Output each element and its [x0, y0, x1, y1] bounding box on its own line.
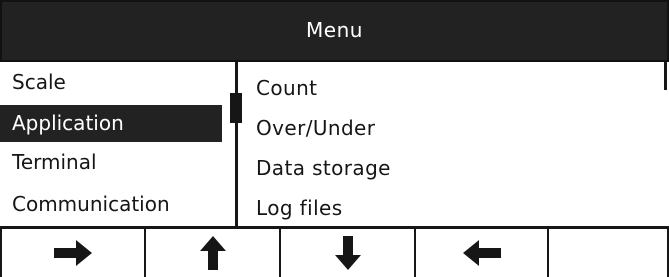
left-menu-item-label: Application [12, 111, 124, 135]
terminal-screen: Menu Scale Application Terminal Communic… [0, 0, 669, 277]
arrow-left-icon [461, 239, 503, 267]
softkey-right[interactable] [0, 229, 146, 277]
left-menu-item-terminal[interactable]: Terminal [0, 144, 97, 181]
left-menu-item-communication[interactable]: Communication [0, 186, 170, 223]
right-menu-item-label: Over/Under [256, 116, 376, 140]
softkey-down[interactable] [281, 229, 416, 277]
softkey-up[interactable] [146, 229, 281, 277]
arrow-right-icon [52, 239, 94, 267]
left-menu-item-label: Communication [12, 192, 170, 216]
right-menu-item-label: Data storage [256, 156, 391, 180]
left-menu-item-label: Scale [12, 70, 66, 94]
arrow-down-icon [334, 235, 362, 271]
arrow-up-icon [199, 235, 227, 271]
right-menu-item-data-storage[interactable]: Data storage [256, 150, 391, 186]
left-menu-item-scale[interactable]: Scale [0, 64, 66, 101]
left-menu-item-label: Terminal [12, 150, 97, 174]
right-menu: Count Over/Under Data storage Log files [238, 62, 669, 226]
softkey-left[interactable] [416, 229, 549, 277]
right-menu-item-count[interactable]: Count [256, 70, 317, 106]
softkey-bar [0, 226, 669, 277]
right-scroll-thumb[interactable] [664, 62, 667, 90]
left-menu: Scale Application Terminal Communication [0, 62, 234, 226]
right-menu-item-over-under[interactable]: Over/Under [256, 110, 375, 146]
left-menu-item-application[interactable]: Application [0, 105, 222, 142]
right-menu-item-label: Count [256, 76, 318, 100]
page-title: Menu [306, 18, 363, 42]
menu-header: Menu [0, 0, 669, 62]
softkey-empty[interactable] [549, 229, 669, 277]
right-menu-item-log-files[interactable]: Log files [256, 190, 343, 226]
right-menu-item-label: Log files [256, 196, 343, 220]
